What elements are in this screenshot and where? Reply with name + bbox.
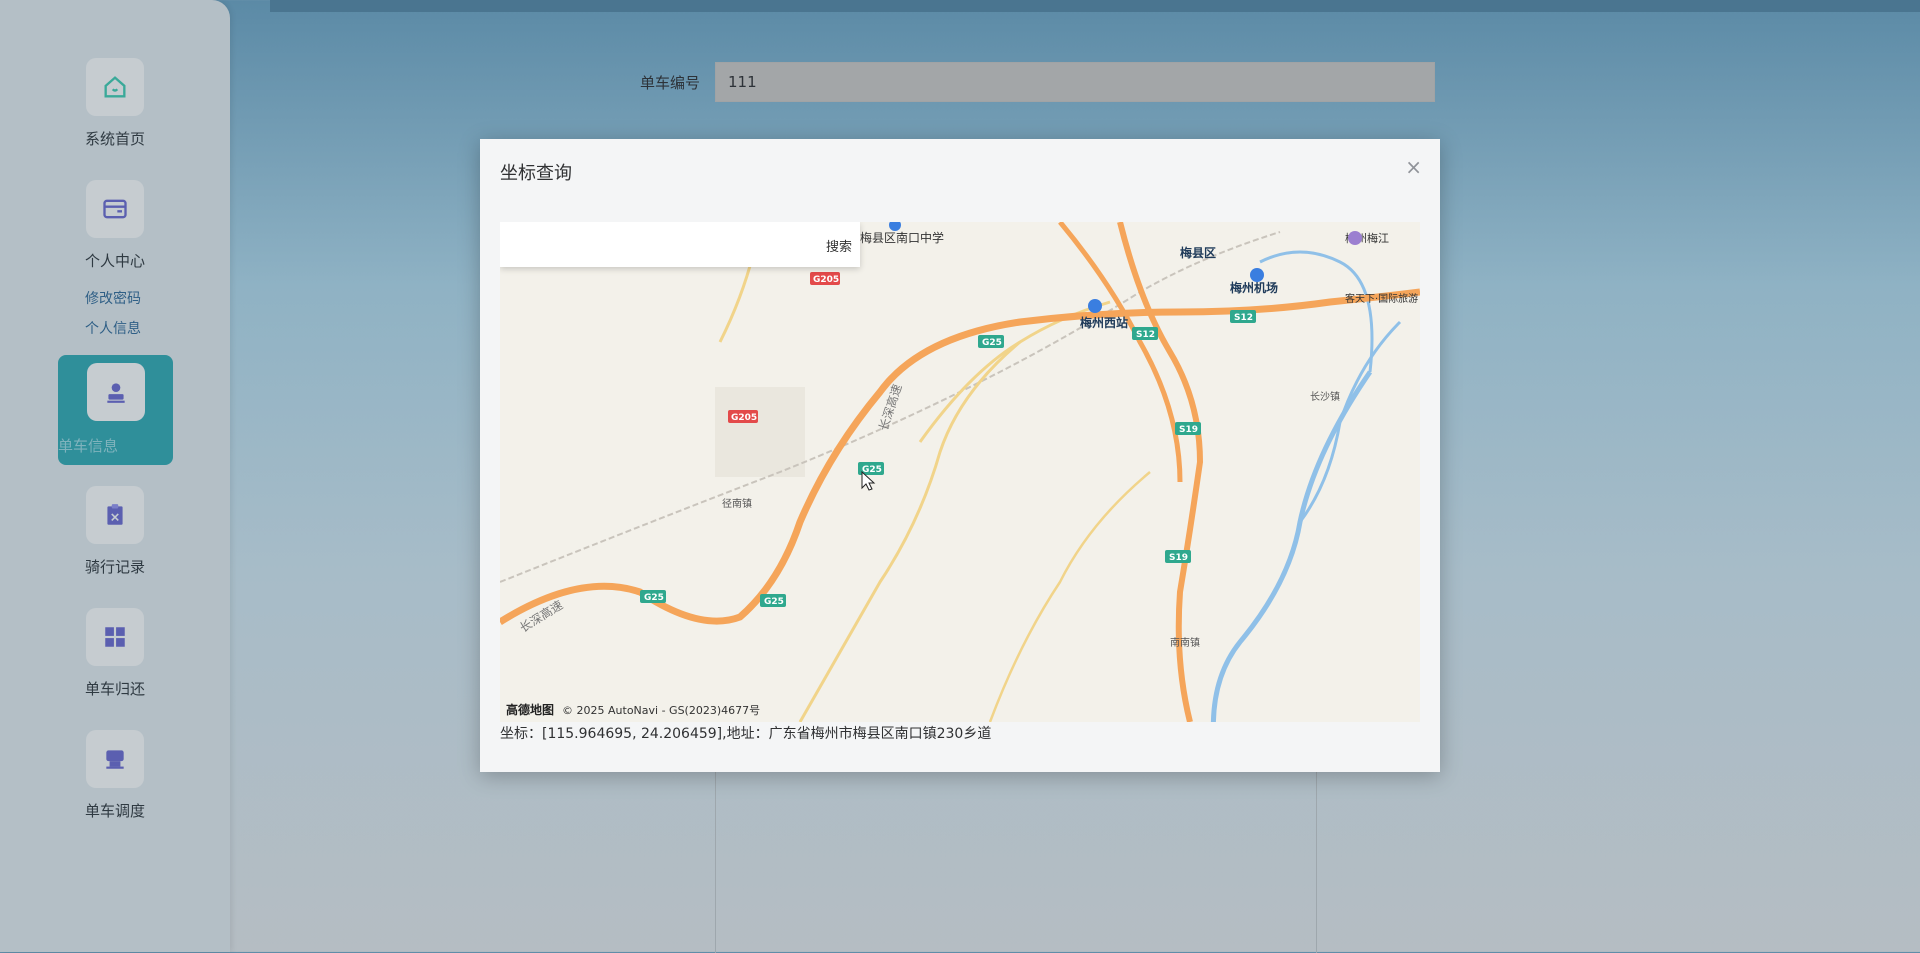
sidebar-item-bike-dispatch[interactable]: 单车调度 (0, 730, 230, 821)
map-view[interactable]: 搜索 G205 G205 G25 G25 G25 G25 S12 S12 S19… (500, 222, 1420, 722)
sidebar-item-ride-records[interactable]: 骑行记录 (0, 486, 230, 577)
sidebar-item-profile[interactable]: 个人中心 (0, 180, 230, 271)
sidebar: 系统首页 个人中心 修改密码 个人信息 单车信息 骑行记录 单车归还 单车调度 (0, 0, 230, 952)
svg-text:径南镇: 径南镇 (722, 497, 752, 510)
sidebar-item-bike-info[interactable]: 单车信息 (58, 355, 173, 465)
submenu-change-password[interactable]: 修改密码 (0, 284, 141, 314)
sidebar-item-label: 单车归还 (84, 680, 145, 698)
dialog-title: 坐标查询 (500, 163, 572, 184)
svg-text:长沙镇: 长沙镇 (1310, 390, 1340, 403)
svg-text:梅县区: 梅县区 (1180, 245, 1216, 260)
close-icon[interactable]: × (1405, 155, 1422, 179)
svg-text:梅州西站: 梅州西站 (1080, 315, 1128, 330)
home-icon (86, 58, 144, 116)
submenu-personal-info[interactable]: 个人信息 (0, 314, 141, 344)
amap-logo: 高德地图 (506, 703, 555, 717)
sidebar-item-home[interactable]: 系统首页 (0, 58, 230, 149)
svg-text:G25: G25 (644, 593, 664, 603)
map-attribution: 高德地图 © 2025 AutoNavi - GS(2023)4677号 (506, 701, 760, 718)
svg-text:S19: S19 (1179, 425, 1198, 435)
svg-text:梅县区南口中学: 梅县区南口中学 (860, 230, 944, 245)
svg-text:梅州机场: 梅州机场 (1230, 280, 1278, 295)
attribution-text: © 2025 AutoNavi - GS(2023)4677号 (562, 703, 761, 717)
grid-icon (86, 608, 144, 666)
svg-text:客天下·国际旅游: 客天下·国际旅游 (1345, 292, 1418, 305)
svg-text:S12: S12 (1234, 313, 1253, 323)
printer-icon (86, 730, 144, 788)
svg-text:G25: G25 (764, 597, 784, 607)
search-button[interactable]: 搜索 (826, 236, 852, 255)
svg-text:G205: G205 (731, 413, 757, 423)
sidebar-item-bike-return[interactable]: 单车归还 (0, 608, 230, 699)
stamp-icon (86, 363, 145, 421)
sidebar-item-label: 骑行记录 (84, 558, 145, 576)
sidebar-item-label: 个人中心 (84, 252, 145, 270)
sidebar-item-label: 系统首页 (84, 130, 145, 148)
coordinate-readout: 坐标：[115.964695, 24.206459],地址：广东省梅州市梅县区南… (500, 726, 992, 742)
map-canvas[interactable]: G205 G205 G25 G25 G25 G25 S12 S12 S19 S1… (500, 222, 1420, 722)
svg-text:S19: S19 (1169, 553, 1188, 563)
svg-text:南南镇: 南南镇 (1170, 636, 1200, 649)
svg-text:G205: G205 (813, 275, 839, 285)
svg-text:G25: G25 (982, 338, 1002, 348)
wallet-icon (86, 180, 144, 238)
coordinate-dialog: 坐标查询 × 搜索 G205 G205 G25 G25 G25 G25 S12 … (480, 139, 1440, 772)
map-search-box[interactable]: 搜索 (500, 222, 860, 267)
sidebar-item-label: 单车信息 (58, 437, 119, 455)
svg-text:S12: S12 (1136, 330, 1155, 340)
top-bar (270, 0, 1920, 12)
svg-text:G25: G25 (862, 465, 882, 475)
bike-no-label: 单车编号 (640, 74, 701, 92)
sidebar-item-label: 单车调度 (84, 802, 145, 820)
bike-no-field[interactable]: 111 (715, 62, 1435, 102)
clipboard-icon (86, 486, 144, 544)
